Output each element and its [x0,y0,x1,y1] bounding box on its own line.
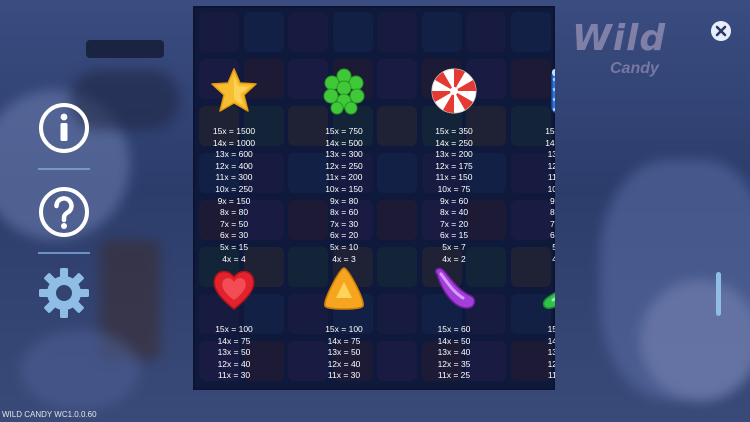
gear-icon [39,268,89,318]
payout-line: 15x = 100 [215,324,253,334]
version-label: WILD CANDY WC1.0.0.60 [2,410,97,419]
payout-line: 10x = 250 [215,183,253,194]
payout-line: 13x = 50 [327,347,361,358]
payout-line: 14x = 50 [437,335,471,346]
payout-line: 13x = 40 [547,347,555,358]
payout-line: 13x = 200 [435,149,473,160]
peppermint-icon [431,68,477,114]
payout-line: 7x = 20 [439,218,469,229]
help-button[interactable] [37,185,91,239]
payout-line: 7x = 15 [549,218,555,229]
payout-line: 13x = 600 [215,149,253,160]
payout-line: 11x = 25 [437,370,471,381]
scrollbar-handle[interactable] [716,272,721,316]
payout-line: 12x = 40 [327,358,361,369]
menu-divider [38,168,90,170]
striped-candy-icon [551,68,555,114]
payout-line: 5x = 5 [552,241,555,252]
payout-line: 10x = 75 [437,183,471,194]
payout-line: 15x = 60 [547,324,555,334]
payout-line: 10x = 150 [325,183,363,194]
green-bean-icon [542,291,555,310]
payout-line: 15x = 1500 [212,126,256,136]
payout-line: 10x = 50 [547,183,555,194]
question-icon [39,187,89,237]
payout-line: 8x = 40 [439,207,469,218]
star-candy-icon [211,68,257,112]
paytable[interactable]: 15x = 1500 14x = 1000 13x = 600 12x = 400 11… [193,6,555,382]
payout-line: 12x = 400 [215,160,253,171]
info-button[interactable] [37,101,91,155]
payout-line: 11x = 30 [217,370,251,381]
payout-line: 14x = 500 [325,137,363,148]
payout-line: 8x = 60 [329,207,359,218]
payout-line: 13x = 50 [217,347,251,358]
payout-line: 15x = 350 [435,126,473,136]
payout-line: 14x = 100 [545,137,555,148]
paytable-entry: 15x = 100 14x = 75 13x = 50 12x = 40 11x = 3… [289,264,399,382]
payout-line: 11x = 150 [435,172,473,183]
purple-bean-icon [434,267,476,309]
paytable-entry: 15x = 20014x = 10013x = 8012x = 7011x = … [509,66,555,265]
info-icon [39,103,89,153]
payout-line: 15x = 100 [325,324,363,334]
payout-line: 6x = 20 [329,230,359,241]
payout-line: 13x = 40 [437,347,471,358]
payout-line: 9x = 150 [217,195,251,206]
payout-line: 9x = 80 [329,195,359,206]
close-button[interactable] [710,20,732,42]
payout-line: 13x = 300 [325,149,363,160]
payout-line: 12x = 175 [435,160,473,171]
payout-line: 14x = 1000 [212,137,256,148]
paytable-entry: 15x = 6014x = 5013x = 4012x = 3511x = 25… [399,264,509,382]
payout-line: 8x = 80 [219,207,249,218]
triangle-candy-icon [324,267,364,310]
payout-line: 12x = 70 [547,160,555,171]
payout-line: 5x = 10 [329,241,359,252]
payout-line: 12x = 40 [217,358,251,369]
payout-line: 11x = 25 [547,370,555,381]
payout-line: 14x = 50 [547,335,555,346]
menu-divider [38,252,90,254]
payout-line: 11x = 200 [325,172,363,183]
paytable-entry: 15x = 100 14x = 75 13x = 50 12x = 40 11x = 3… [193,264,289,382]
payout-line: 14x = 75 [217,335,251,346]
payout-line: 14x = 250 [435,137,473,148]
close-icon [711,21,731,41]
payout-line: 8x = 30 [549,207,555,218]
payout-line: 6x = 15 [439,230,469,241]
payout-line: 6x = 30 [219,230,249,241]
payout-line: 12x = 35 [547,358,555,369]
payout-line: 15x = 60 [437,324,471,334]
payout-line: 14x = 75 [327,335,361,346]
heart-candy-icon [213,270,255,310]
balance-bar [86,40,164,58]
game-logo-subtitle: Candy [610,60,659,77]
payout-line: 11x = 300 [215,172,253,183]
payout-line: 15x = 200 [545,126,555,136]
paytable-entry: 15x = 350 14x = 250 13x = 200 12x = 175 11x … [399,66,509,265]
payout-line: 7x = 30 [329,218,359,229]
payout-line: 9x = 40 [549,195,555,206]
payout-line: 11x = 30 [327,370,361,381]
payout-line: 6x = 10 [549,230,555,241]
payout-line: 5x = 15 [219,241,249,252]
paytable-entry: 15x = 6014x = 5013x = 4012x = 3511x = 25… [509,264,555,382]
payout-line: 13x = 80 [547,149,555,160]
paytable-entry: 15x = 750 14x = 500 13x = 300 12x = 250 11x … [289,66,399,265]
grape-cluster-icon [323,68,365,115]
payout-line: 12x = 35 [437,358,471,369]
payout-line: 5x = 7 [442,241,466,252]
payout-line: 11x = 60 [547,172,555,183]
payout-line: 12x = 250 [325,160,363,171]
payout-line: 7x = 50 [219,218,249,229]
payout-line: 15x = 750 [325,126,363,136]
payout-line: 9x = 60 [439,195,469,206]
settings-button[interactable] [37,266,91,320]
paytable-entry: 15x = 1500 14x = 1000 13x = 600 12x = 400 11… [193,66,289,265]
